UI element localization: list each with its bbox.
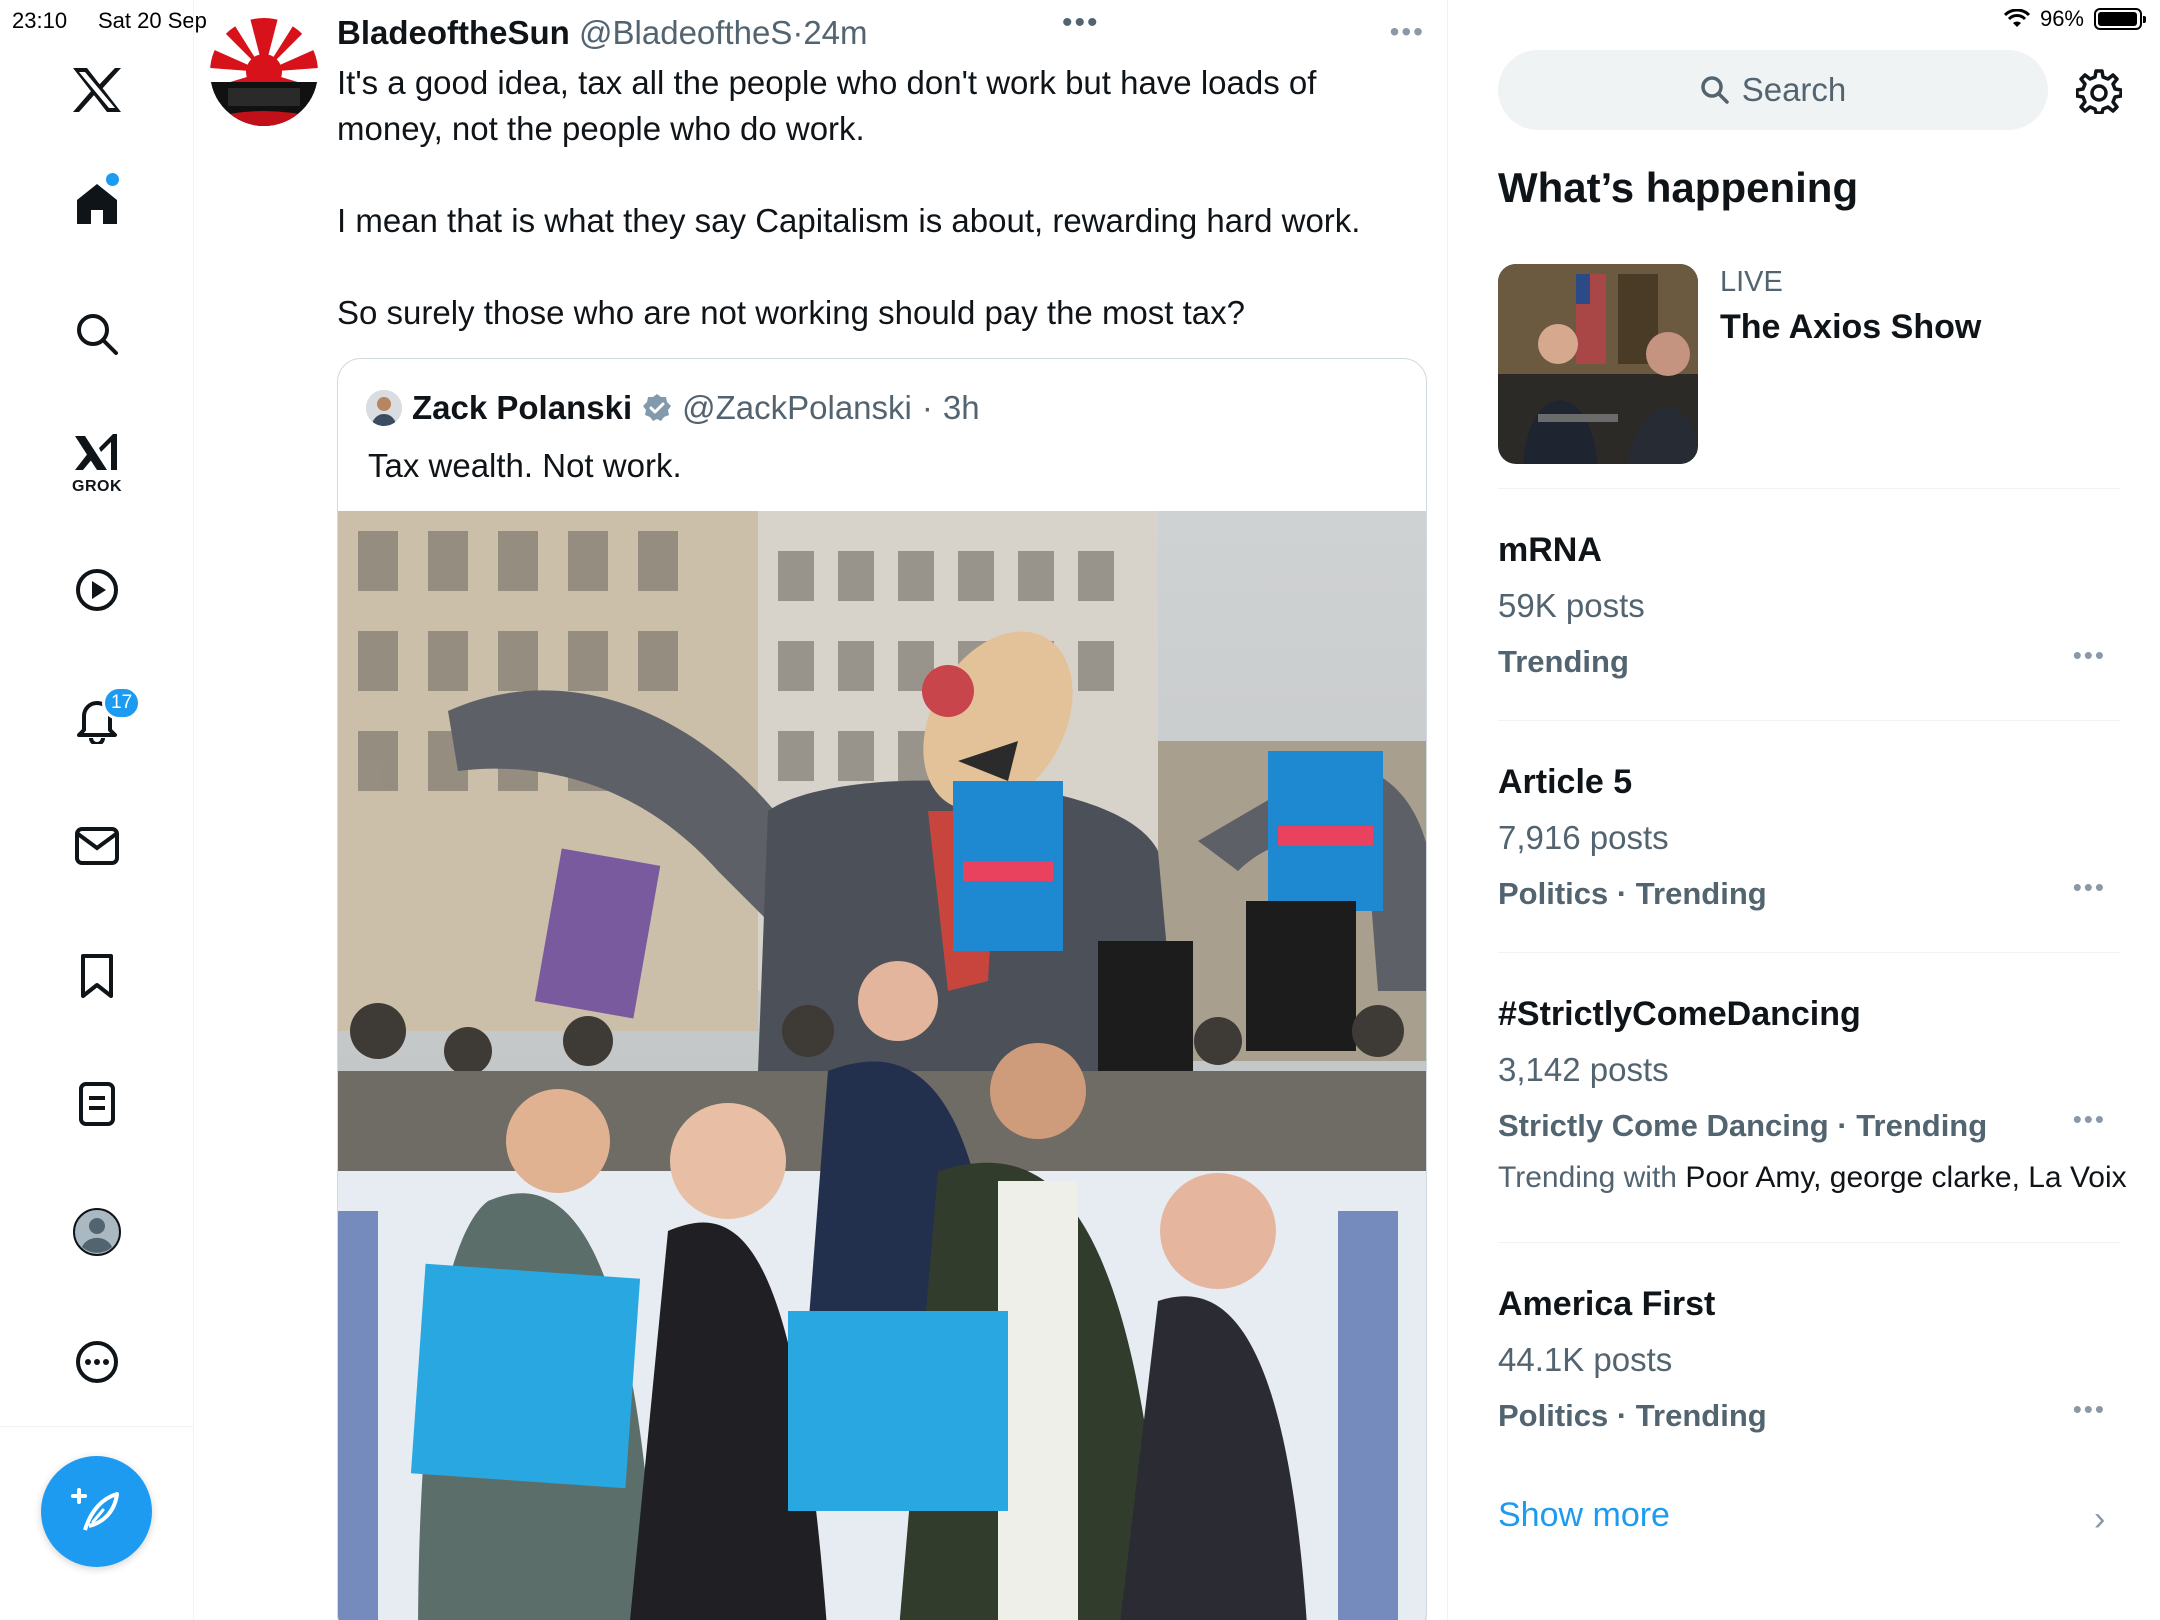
divider (1498, 1242, 2120, 1243)
home-new-dot (106, 173, 119, 186)
tweet-text: It's a good idea, tax all the people who… (337, 60, 1397, 336)
sidebar-item-lists[interactable] (0, 1076, 194, 1132)
show-more-link[interactable]: Show more (1498, 1496, 1670, 1535)
compose-button[interactable] (41, 1456, 152, 1567)
tweet-more-button[interactable]: ••• (1390, 16, 1425, 48)
sidebar-item-explore[interactable] (0, 306, 194, 362)
tweet-time[interactable]: 24m (803, 14, 867, 51)
search-placeholder: Search (1741, 71, 1847, 108)
live-title[interactable]: The Axios Show (1720, 308, 1981, 347)
tweet-paragraph: I mean that is what they say Capitalism … (337, 202, 1361, 239)
trend-more-button[interactable]: ••• (2073, 1104, 2106, 1135)
trend-name: #StrictlyComeDancing (1498, 995, 1861, 1033)
sidebar-divider (0, 1426, 194, 1427)
trend-meta: Trending (1498, 644, 1629, 679)
tweet-author-handle[interactable]: @BladeoftheS (579, 14, 792, 51)
divider (1498, 720, 2120, 721)
search-icon (77, 314, 118, 355)
tweet-paragraph: It's a good idea, tax all the people who… (337, 64, 1317, 147)
tweet-author-avatar[interactable] (210, 18, 318, 126)
trend-item[interactable]: Article 5 7,916 posts Politics · Trendin… (1498, 754, 2120, 922)
trend-meta: Politics · Trending (1498, 1398, 1767, 1433)
more-circle-icon (76, 1341, 118, 1383)
tweet-header: BladeoftheSun @BladeoftheS·24m (337, 14, 868, 52)
avatar-icon (73, 1208, 121, 1256)
gear-icon (2075, 69, 2123, 115)
live-label: LIVE (1720, 266, 1783, 298)
divider (1498, 952, 2120, 953)
trend-item[interactable]: mRNA 59K posts Trending ••• (1498, 522, 2120, 690)
quoted-time[interactable]: 3h (943, 389, 980, 427)
chevron-right-icon: › (2094, 1500, 2106, 1538)
trend-count: 7,916 posts (1498, 819, 1669, 856)
multitask-handle[interactable]: ••• (1062, 6, 1100, 40)
sidebar-item-profile[interactable] (0, 1204, 194, 1260)
grok-icon (75, 434, 117, 470)
search-input[interactable]: Search (1498, 50, 2048, 130)
quoted-tweet-header: Zack Polanski @ZackPolanski · 3h (366, 389, 980, 427)
trend-name: Article 5 (1498, 763, 1633, 801)
trend-related: Trending with Poor Amy, george clarke, L… (1498, 1154, 2127, 1202)
main-timeline: ••• BladeoftheSun @BladeoftheS·24m ••• I… (194, 0, 1448, 1620)
sidebar-item-notifications[interactable] (0, 692, 194, 748)
trend-count: 59K posts (1498, 587, 1645, 624)
sidebar-item-more[interactable] (0, 1334, 194, 1390)
quoted-tweet-photo[interactable] (338, 511, 1426, 1620)
x-logo-icon[interactable] (0, 60, 194, 120)
mail-icon (75, 827, 119, 865)
trend-meta: Politics · Trending (1498, 876, 1767, 911)
grok-label: GROK (72, 478, 122, 495)
quoted-author-name[interactable]: Zack Polanski (412, 389, 632, 427)
tweet-author-name[interactable]: BladeoftheSun (337, 14, 570, 51)
trend-count: 3,142 posts (1498, 1051, 1669, 1088)
sidebar-item-grok[interactable] (0, 428, 194, 478)
divider (1498, 488, 2120, 489)
bookmark-icon (81, 954, 113, 998)
trend-name: mRNA (1498, 531, 1602, 569)
compose-feather-icon (70, 1487, 119, 1531)
verified-badge-icon (643, 394, 672, 421)
live-thumbnail[interactable] (1498, 264, 1698, 464)
trend-meta: Strictly Come Dancing · Trending (1498, 1108, 1988, 1143)
list-icon (79, 1082, 115, 1126)
quoted-author-avatar[interactable] (366, 390, 402, 426)
sidebar-item-home[interactable] (0, 176, 194, 232)
trend-more-button[interactable]: ••• (2073, 1394, 2106, 1425)
sidebar-item-bookmarks[interactable] (0, 948, 194, 1004)
trend-more-button[interactable]: ••• (2073, 872, 2106, 903)
search-icon (1700, 76, 1729, 104)
trend-name: America First (1498, 1285, 1716, 1323)
tweet-paragraph: So surely those who are not working shou… (337, 294, 1245, 331)
sidebar-item-videos[interactable] (0, 562, 194, 618)
trend-item[interactable]: America First 44.1K posts Politics · Tre… (1498, 1276, 2120, 1444)
notification-badge: 17 (102, 686, 142, 720)
tweet-separator: · (792, 14, 804, 51)
whats-happening-title: What’s happening (1498, 164, 1859, 211)
quoted-tweet[interactable]: Zack Polanski @ZackPolanski · 3h Tax wealt… (337, 358, 1427, 1620)
quoted-separator: · (921, 389, 933, 426)
trend-count: 44.1K posts (1498, 1341, 1673, 1378)
home-icon (77, 184, 117, 224)
trend-related-label: Trending with (1498, 1161, 1686, 1194)
play-icon (76, 569, 118, 611)
quoted-tweet-text: Tax wealth. Not work. (368, 447, 682, 484)
trend-related-names: Poor Amy, george clarke, La Voix (1685, 1161, 2127, 1194)
sidebar-nav: GROK 17 (0, 0, 194, 1620)
settings-button[interactable] (2075, 68, 2123, 119)
sidebar-item-messages[interactable] (0, 818, 194, 874)
trend-item[interactable]: #StrictlyComeDancing 3,142 posts Strictl… (1498, 986, 2127, 1202)
trend-more-button[interactable]: ••• (2073, 640, 2106, 671)
quoted-author-handle[interactable]: @ZackPolanski (682, 389, 912, 427)
right-sidebar: Search What’s happening LIVE The Axios S… (1448, 0, 2160, 1620)
